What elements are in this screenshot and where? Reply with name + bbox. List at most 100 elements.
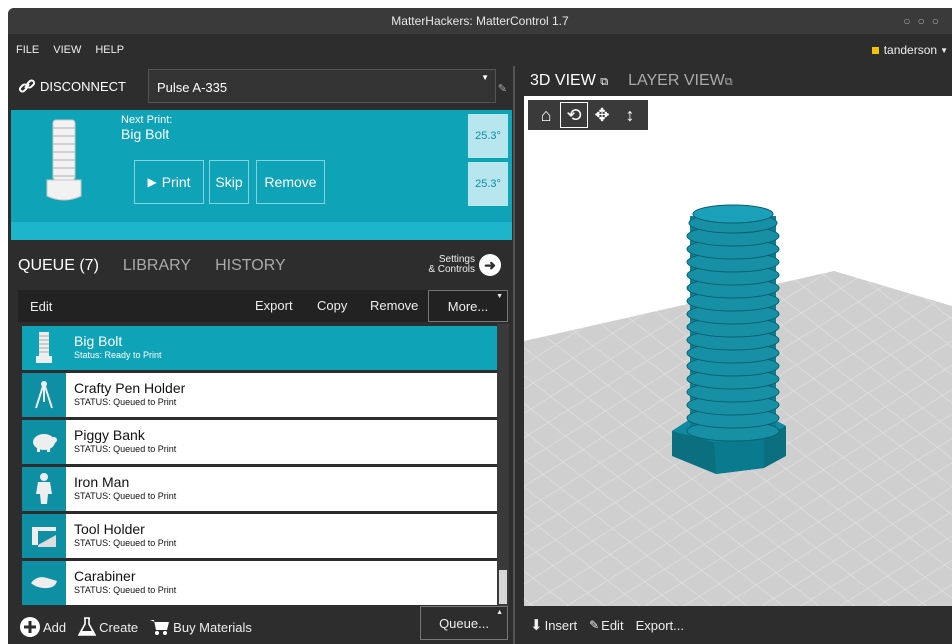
next-print-label: Next Print: <box>121 114 173 126</box>
extruder-temp[interactable]: 25.3° <box>468 114 508 158</box>
print-button[interactable]: ▶ Print <box>134 160 204 204</box>
add-label: Add <box>43 619 67 635</box>
bolt-thumbnail <box>46 119 82 201</box>
buy-label: Buy Materials <box>173 619 252 635</box>
window-controls[interactable]: ○○○ <box>903 8 946 34</box>
3d-viewport[interactable]: ⌂ ⟲ ✥ ↕ <box>524 96 952 606</box>
home-icon[interactable]: ⌂ <box>532 102 560 128</box>
buy-materials-button[interactable]: Buy Materials <box>150 618 252 636</box>
move-icon[interactable]: ✥ <box>588 102 616 128</box>
app-window: MatterHackers: MatterControl 1.7 ○○○ FIL… <box>8 8 952 644</box>
item-status: STATUS: Queued to Print <box>74 491 177 501</box>
panel-splitter[interactable] <box>513 66 519 644</box>
list-item[interactable]: Piggy Bank STATUS: Queued to Print <box>22 420 502 464</box>
right-panel: 3D VIEW ⧉ LAYER VIEW⧉ ⌂ ⟲ ✥ ↕ ⬇ Insert ✎… <box>520 66 952 644</box>
connection-bar: DISCONNECT Pulse A-335 ▼ ✎ <box>8 66 513 106</box>
queue-list: Big Bolt Status: Ready to Print Crafty P… <box>22 326 502 608</box>
item-name: Iron Man <box>74 474 130 490</box>
item-name: Big Bolt <box>74 333 123 349</box>
skip-button[interactable]: Skip <box>209 160 249 204</box>
tab-history[interactable]: HISTORY <box>215 257 286 275</box>
print-bed-scene <box>524 204 952 606</box>
tab-library[interactable]: LIBRARY <box>123 257 191 275</box>
view-tabs: 3D VIEW ⧉ LAYER VIEW⧉ <box>520 66 952 96</box>
pencil-icon: ✎ <box>589 618 600 632</box>
list-item[interactable]: Tool Holder STATUS: Queued to Print <box>22 514 502 558</box>
window-title: MatterHackers: MatterControl 1.7 <box>391 14 569 28</box>
menu-help[interactable]: HELP <box>95 44 124 56</box>
disconnect-label: DISCONNECT <box>40 78 126 94</box>
bolt-model <box>672 204 786 474</box>
edit-printer-icon[interactable]: ✎ <box>498 82 507 95</box>
export-label: Export... <box>635 617 684 633</box>
add-button[interactable]: Add <box>20 617 66 637</box>
flask-icon <box>78 617 97 636</box>
item-status: STATUS: Queued to Print <box>74 538 177 548</box>
scrollbar-thumb[interactable] <box>499 570 507 604</box>
zoom-icon[interactable]: ↕ <box>616 102 644 128</box>
queue-menu-button[interactable]: Queue... ▲ <box>420 606 508 640</box>
menu-file[interactable]: FILE <box>16 44 39 56</box>
list-item[interactable]: Crafty Pen Holder STATUS: Queued to Prin… <box>22 373 502 417</box>
figure-icon <box>22 467 66 511</box>
tab-layer-view[interactable]: LAYER VIEW⧉ <box>628 72 732 90</box>
item-name: Carabiner <box>74 568 136 584</box>
more-button[interactable]: More... ▼ <box>428 290 508 322</box>
skip-label: Skip <box>215 174 243 190</box>
tab-3d-label: 3D VIEW <box>530 72 596 89</box>
queue-menu-label: Queue... <box>439 615 489 631</box>
chevron-up-icon: ▲ <box>496 609 503 616</box>
printer-select[interactable]: Pulse A-335 ▼ ✎ <box>148 69 507 103</box>
chevron-down-icon: ▼ <box>481 73 489 82</box>
carabiner-icon <box>22 561 66 605</box>
pen-holder-icon <box>22 373 66 417</box>
insert-icon: ⬇ <box>530 617 543 634</box>
cart-icon <box>150 620 170 635</box>
popout-icon: ⧉ <box>724 76 733 88</box>
next-print-name: Big Bolt <box>121 126 170 142</box>
remove-label: Remove <box>264 174 317 190</box>
arrow-right-icon: ➜ <box>479 254 501 276</box>
tab-layer-label: LAYER VIEW <box>628 72 725 89</box>
item-name: Piggy Bank <box>74 427 145 443</box>
tab-queue[interactable]: QUEUE (7) <box>18 257 99 275</box>
printer-name: Pulse A-335 <box>157 80 228 95</box>
item-name: Crafty Pen Holder <box>74 380 186 396</box>
view-bottom-bar: ⬇ Insert ✎ Edit Export... <box>520 606 952 644</box>
insert-button[interactable]: ⬇ Insert <box>530 616 577 634</box>
menu-view[interactable]: VIEW <box>53 44 81 56</box>
remove-button[interactable]: Remove <box>256 160 325 204</box>
menu-bar: FILE VIEW HELP tanderson ▼ <box>8 34 952 66</box>
list-item[interactable]: Carabiner STATUS: Queued to Print <box>22 561 502 605</box>
remove-item-button[interactable]: Remove <box>370 298 418 313</box>
queue-scrollbar[interactable] <box>497 324 509 606</box>
item-status: STATUS: Queued to Print <box>74 444 177 454</box>
user-menu[interactable]: tanderson ▼ <box>871 43 948 57</box>
next-print-panel: Next Print: Big Bolt ▶ Print Skip Remove… <box>11 110 512 240</box>
list-item[interactable]: Big Bolt Status: Ready to Print <box>22 326 502 370</box>
progress-strip <box>11 222 512 240</box>
link-icon <box>18 79 36 93</box>
bed-temp[interactable]: 25.3° <box>468 162 508 206</box>
edit-button[interactable]: Edit <box>30 299 52 314</box>
piggy-bank-icon <box>22 420 66 464</box>
insert-label: Insert <box>544 617 578 633</box>
create-button[interactable]: Create <box>78 617 138 637</box>
item-name: Tool Holder <box>74 521 145 537</box>
tab-3d-view[interactable]: 3D VIEW ⧉ <box>530 72 608 90</box>
edit-model-button[interactable]: ✎ Edit <box>589 618 623 633</box>
chevron-down-icon: ▼ <box>940 45 948 55</box>
export-button[interactable]: Export <box>255 298 293 313</box>
copy-button[interactable]: Copy <box>317 298 347 313</box>
export-model-button[interactable]: Export... <box>636 618 684 633</box>
rotate-icon[interactable]: ⟲ <box>560 102 588 128</box>
play-icon: ▶ <box>147 175 157 189</box>
print-label: Print <box>161 174 191 190</box>
item-status: STATUS: Queued to Print <box>74 397 177 407</box>
disconnect-button[interactable]: DISCONNECT <box>18 77 126 95</box>
settings-controls-button[interactable]: Settings & Controls ➜ <box>428 254 501 276</box>
list-item[interactable]: Iron Man STATUS: Queued to Print <box>22 467 502 511</box>
view-toolbar: ⌂ ⟲ ✥ ↕ <box>528 100 648 130</box>
tool-holder-icon <box>22 514 66 558</box>
bolt-icon <box>22 326 66 370</box>
